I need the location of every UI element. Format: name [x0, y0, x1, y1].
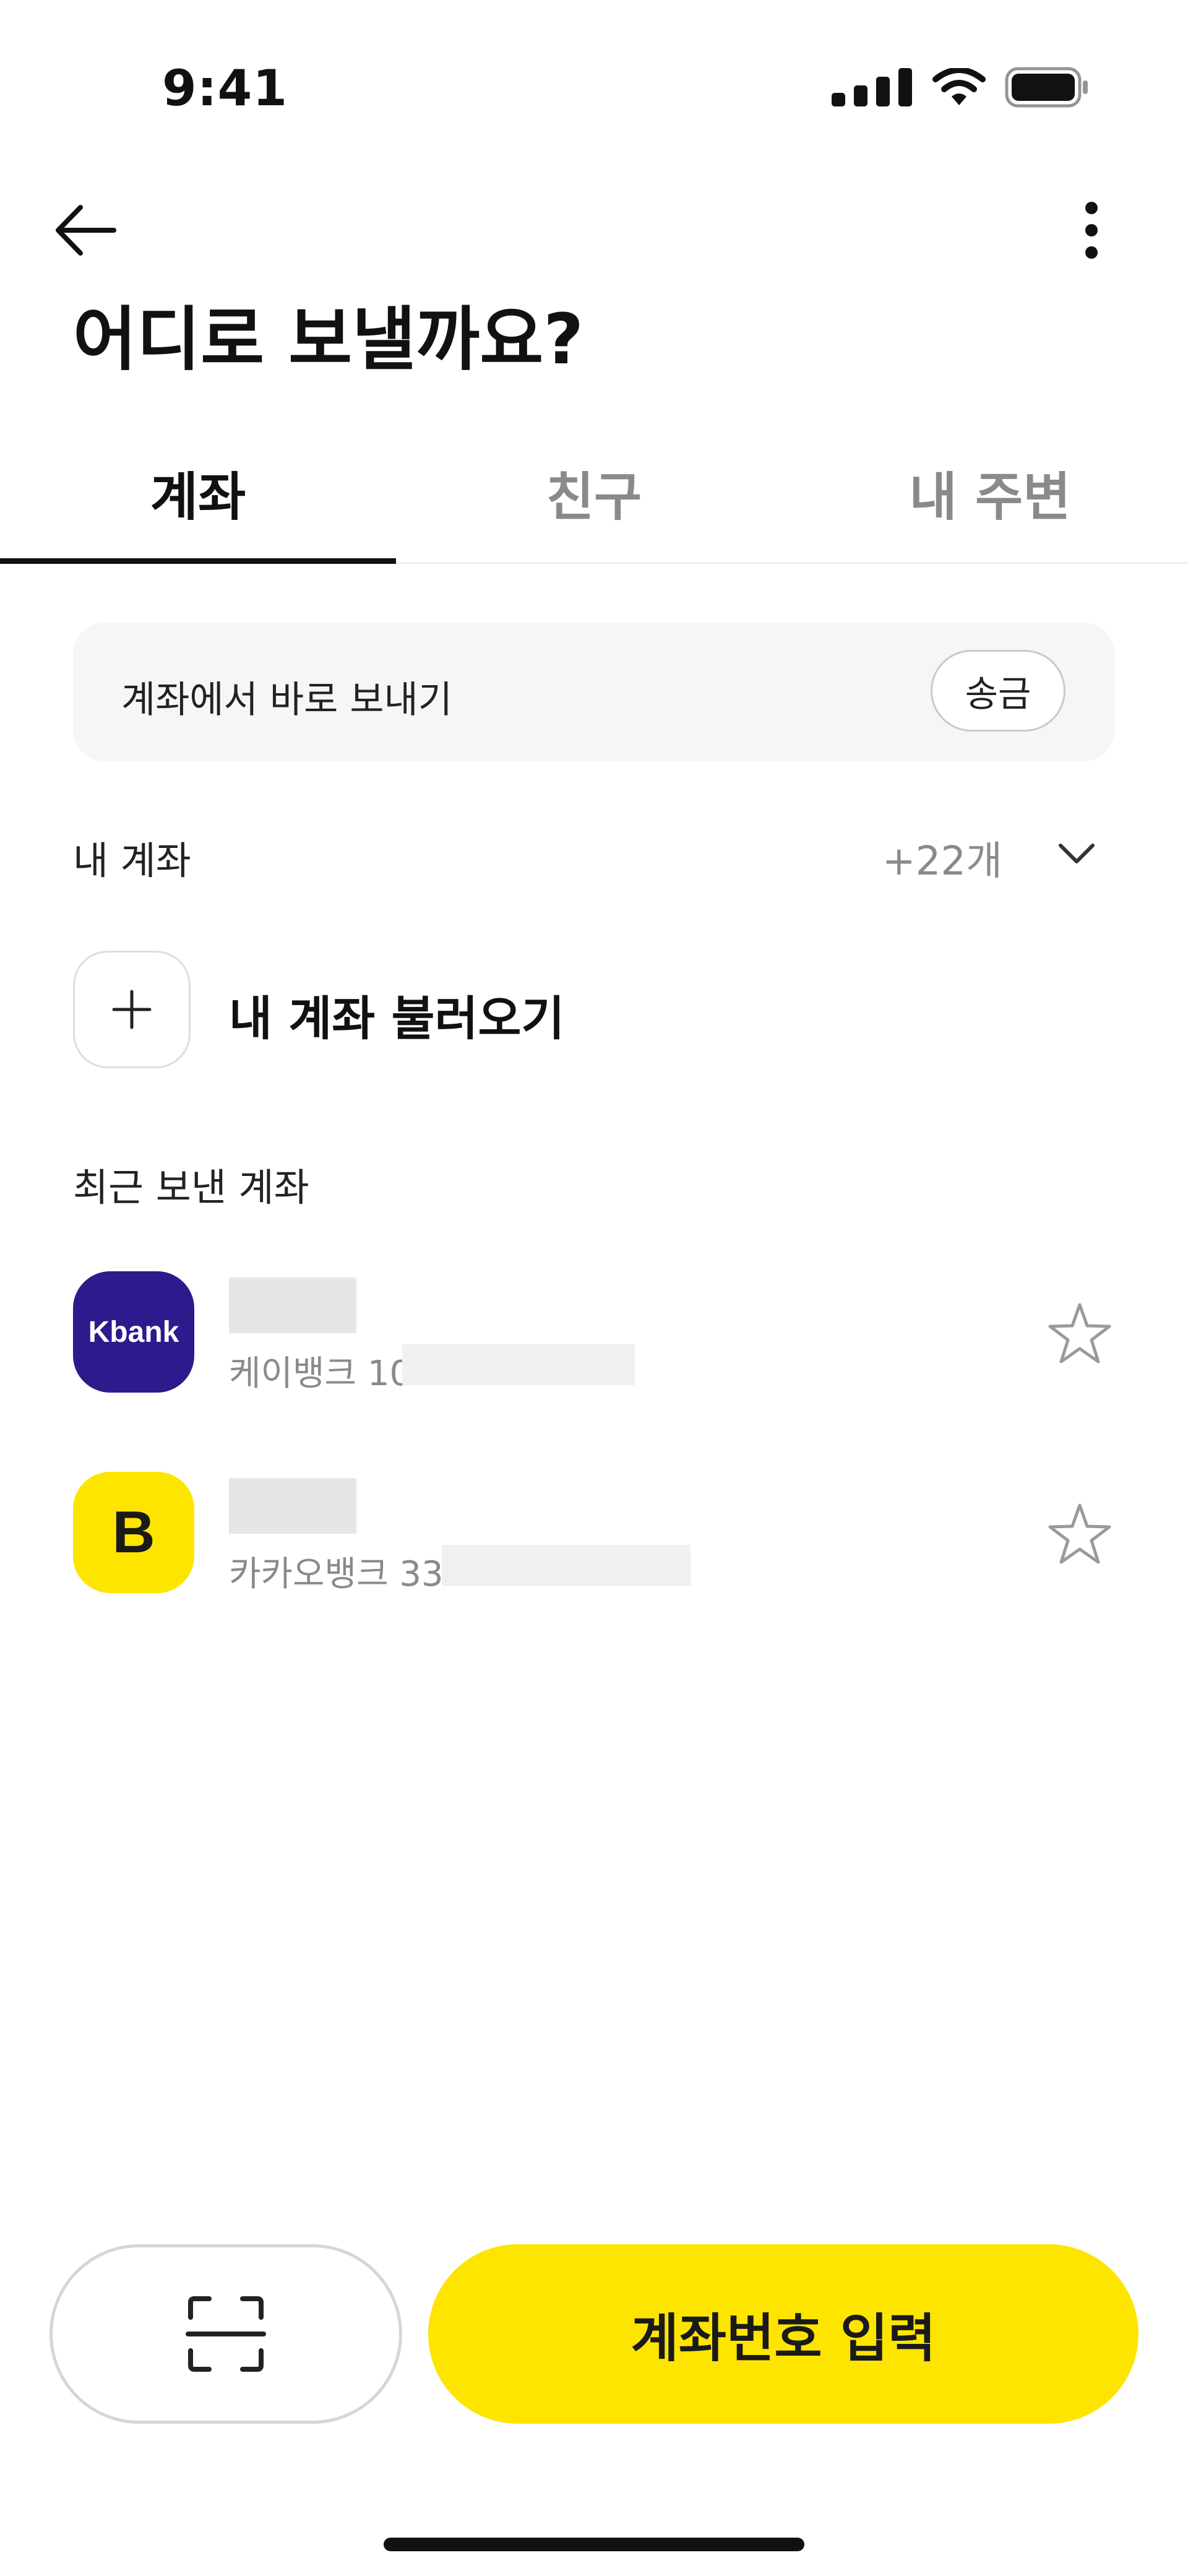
more-button[interactable] — [1067, 198, 1116, 262]
redacted-account — [442, 1545, 691, 1586]
my-accounts-label: 내 계좌 — [73, 838, 191, 883]
home-indicator — [384, 2538, 804, 2551]
status-icons — [832, 67, 1089, 108]
list-item[interactable]: Kbank 케이뱅크 10 — [0, 1271, 1188, 1432]
my-accounts-expand[interactable] — [1052, 836, 1101, 873]
add-my-account-label[interactable]: 내 계좌 불러오기 — [229, 980, 564, 1048]
plus-icon — [112, 990, 152, 1029]
more-vertical-icon — [1085, 202, 1098, 259]
chevron-down-icon — [1059, 844, 1095, 863]
redacted-account — [402, 1344, 635, 1385]
status-time: 9:41 — [162, 59, 288, 117]
account-number: 케이뱅크 10 — [229, 1354, 412, 1394]
enter-account-number-button[interactable]: 계좌번호 입력 — [428, 2244, 1138, 2424]
kbank-logo: Kbank — [73, 1271, 194, 1393]
tab-bar: 계좌 친구 내 주변 — [0, 446, 1188, 564]
arrow-left-icon — [56, 205, 116, 256]
add-my-account-button[interactable] — [73, 951, 191, 1068]
redacted-name — [229, 1277, 356, 1333]
tab-nearby[interactable]: 내 주변 — [792, 446, 1188, 562]
scan-button[interactable] — [50, 2244, 402, 2424]
tab-account[interactable]: 계좌 — [0, 446, 396, 564]
kbank-logo-text: Kbank — [88, 1315, 179, 1349]
tab-friends[interactable]: 친구 — [396, 446, 792, 562]
page-title: 어디로 보낼까요? — [73, 300, 584, 380]
star-icon — [1048, 1303, 1111, 1364]
favorite-button[interactable] — [1046, 1500, 1114, 1568]
back-button[interactable] — [53, 198, 118, 262]
battery-icon — [1005, 67, 1088, 108]
list-item[interactable]: B 카카오뱅크 33 — [0, 1472, 1188, 1633]
send-button[interactable]: 송금 — [931, 650, 1065, 732]
recent-label: 최근 보낸 계좌 — [73, 1165, 309, 1210]
my-accounts-count[interactable]: +22개 — [882, 829, 1002, 886]
account-number: 카카오뱅크 33 — [229, 1554, 444, 1594]
redacted-name — [229, 1478, 356, 1534]
quick-send-text: 계좌에서 바로 보내기 — [121, 678, 452, 722]
quick-send-card: 계좌에서 바로 보내기 송금 — [73, 623, 1115, 761]
scan-icon — [186, 2296, 266, 2372]
kakaobank-logo-text: B — [112, 1499, 155, 1565]
favorite-button[interactable] — [1046, 1300, 1114, 1368]
signal-icon — [832, 68, 912, 106]
kakaobank-logo: B — [73, 1472, 194, 1593]
star-icon — [1048, 1503, 1111, 1564]
wifi-icon — [932, 68, 986, 105]
